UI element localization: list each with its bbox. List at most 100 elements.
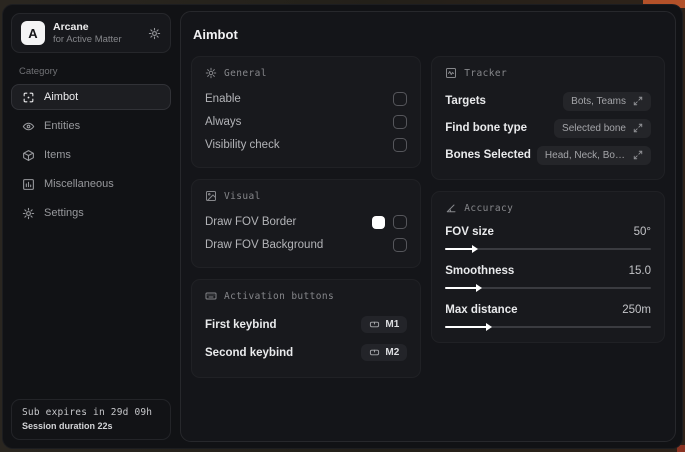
keybind-row: Second keybind M2 [205, 339, 408, 366]
bones-selected-dropdown[interactable]: Head, Neck, Body, Pe.. [536, 145, 651, 165]
first-keybind-button[interactable]: M1 [361, 316, 408, 333]
slider-thumb[interactable] [476, 284, 483, 292]
setting-label: Always [205, 116, 242, 128]
draw-fov-border-checkbox[interactable] [393, 215, 408, 229]
eye-icon [22, 120, 35, 133]
page-title: Aimbot [193, 27, 238, 42]
keybind-label: First keybind [205, 318, 277, 331]
chart-board-icon [22, 178, 35, 191]
slider-row: FOV size 50° [445, 223, 651, 253]
mouse-icon [369, 347, 380, 358]
dropdown-row: Targets Bots, Teams [445, 88, 651, 114]
image-icon [205, 190, 217, 202]
angle-icon [445, 202, 457, 214]
section-title: General [224, 67, 267, 79]
setting-row: Visibility check [205, 134, 408, 156]
visibility-check-checkbox[interactable] [393, 138, 408, 152]
keybind-value: M1 [385, 319, 400, 330]
cube-icon [22, 149, 35, 162]
sub-expires-text: Sub expires in 29d 09h [22, 407, 153, 418]
desktop-background: A Arcane for Active Matter Category Aimb… [0, 0, 685, 452]
sidebar-item-items[interactable]: Items [11, 142, 171, 168]
category-label: Category [19, 66, 58, 77]
slider-value: 15.0 [628, 265, 651, 277]
max-distance-slider[interactable] [445, 322, 651, 331]
keybind-row: First keybind M1 [205, 311, 408, 338]
find-bone-type-dropdown[interactable]: Selected bone [554, 118, 651, 138]
setting-row: Always [205, 111, 408, 133]
targets-dropdown[interactable]: Bots, Teams [563, 91, 651, 111]
sidebar-item-settings[interactable]: Settings [11, 200, 171, 226]
visual-card: Visual Draw FOV Border Draw FOV Backgrou… [191, 179, 422, 268]
enable-checkbox[interactable] [393, 92, 408, 106]
second-keybind-button[interactable]: M2 [361, 344, 408, 361]
brand-subtitle: for Active Matter [53, 33, 122, 45]
main-panel: Aimbot General Enable Always Visibility … [180, 11, 676, 442]
keybind-label: Second keybind [205, 346, 294, 359]
dropdown-label: Find bone type [445, 122, 528, 134]
dropdown-value: Selected bone [562, 122, 626, 134]
sidebar-item-aimbot[interactable]: Aimbot [11, 84, 171, 110]
dropdown-label: Bones Selected [445, 149, 531, 161]
crosshair-scan-icon [22, 91, 35, 104]
activation-header: Activation buttons [205, 290, 407, 302]
draw-fov-background-checkbox[interactable] [393, 238, 408, 252]
smoothness-slider[interactable] [445, 283, 651, 292]
section-title: Visual [224, 190, 261, 202]
general-header: General [205, 67, 407, 79]
accuracy-header: Accuracy [445, 202, 651, 214]
section-title: Tracker [464, 67, 508, 79]
setting-label: Draw FOV Border [205, 216, 297, 228]
mouse-icon [369, 319, 380, 330]
setting-row: Draw FOV Border [205, 211, 408, 233]
app-window: A Arcane for Active Matter Category Aimb… [2, 4, 683, 449]
category-nav: Aimbot Entities Items Miscellaneous Sett… [11, 84, 171, 226]
dropdown-label: Targets [445, 95, 486, 107]
keybind-value: M2 [385, 347, 400, 358]
section-title: Activation buttons [224, 290, 335, 302]
expand-icon [633, 96, 643, 106]
sidebar-item-entities[interactable]: Entities [11, 113, 171, 139]
general-card: General Enable Always Visibility check [191, 56, 422, 168]
expand-icon [633, 150, 643, 160]
dropdown-row: Find bone type Selected bone [445, 115, 651, 141]
subscription-card: Sub expires in 29d 09h Session duration … [11, 399, 171, 440]
dropdown-value: Bots, Teams [571, 95, 626, 107]
content-columns: General Enable Always Visibility check V… [191, 56, 665, 378]
accuracy-card: Accuracy FOV size 50° Smoothness 15.0 Ma… [431, 191, 665, 343]
control-group [372, 215, 408, 229]
app-logo: A [21, 21, 45, 45]
fov-size-slider[interactable] [445, 244, 651, 253]
fov-border-color-swatch[interactable] [372, 215, 386, 229]
sidebar: A Arcane for Active Matter Category Aimb… [9, 11, 173, 442]
slider-fill [445, 287, 479, 289]
slider-row-top: Smoothness 15.0 [445, 262, 651, 280]
left-column: General Enable Always Visibility check V… [191, 56, 422, 378]
gear-icon [205, 67, 217, 79]
sidebar-item-label: Aimbot [44, 91, 79, 103]
slider-row: Smoothness 15.0 [445, 262, 651, 292]
visual-header: Visual [205, 190, 407, 202]
section-title: Accuracy [464, 202, 514, 214]
slider-thumb[interactable] [486, 323, 493, 331]
sidebar-item-label: Settings [44, 207, 84, 219]
slider-label: FOV size [445, 226, 494, 238]
gear-icon[interactable] [148, 27, 161, 40]
sidebar-item-miscellaneous[interactable]: Miscellaneous [11, 171, 171, 197]
sidebar-item-label: Items [44, 149, 71, 161]
session-duration-text: Session duration 22s [22, 421, 113, 431]
activity-icon [445, 67, 457, 79]
gear-icon [22, 207, 35, 220]
slider-label: Smoothness [445, 265, 515, 277]
setting-label: Enable [205, 93, 241, 105]
slider-fill [445, 326, 489, 328]
tracker-card: Tracker Targets Bots, Teams Find bone ty… [431, 56, 665, 180]
slider-thumb[interactable] [472, 245, 479, 253]
slider-value: 50° [633, 226, 651, 238]
slider-row: Max distance 250m [445, 301, 651, 331]
tracker-header: Tracker [445, 67, 651, 79]
brand-card: A Arcane for Active Matter [11, 13, 171, 53]
always-checkbox[interactable] [393, 115, 408, 129]
brand-name: Arcane [53, 20, 89, 33]
setting-label: Visibility check [205, 139, 280, 151]
